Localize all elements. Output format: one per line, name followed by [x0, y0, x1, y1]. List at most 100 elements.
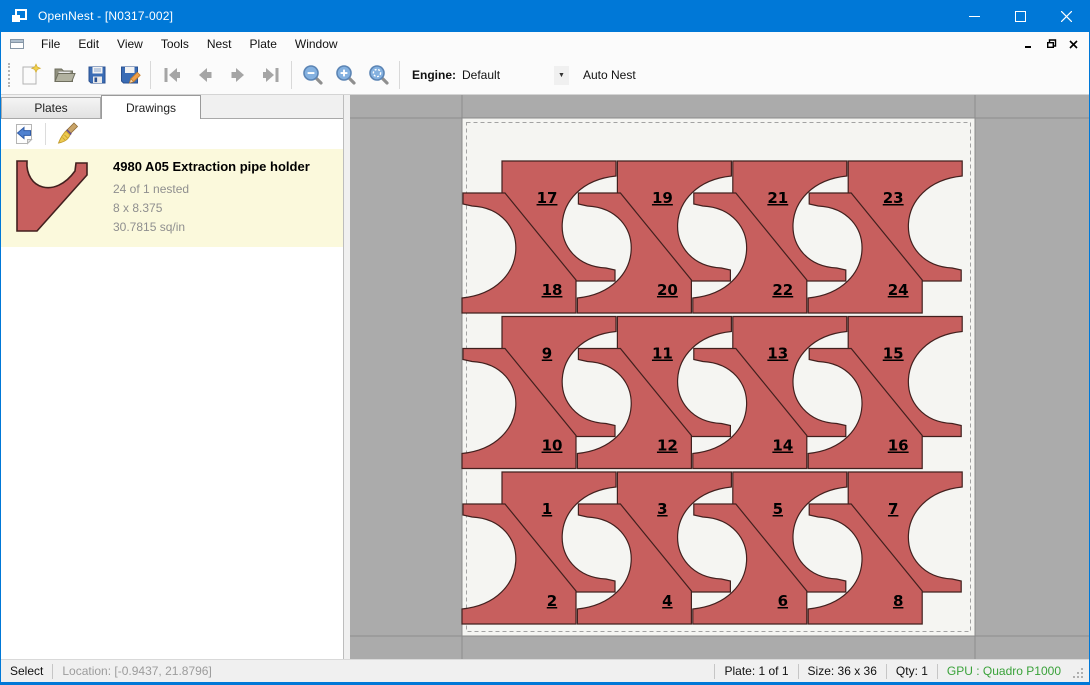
child-close-icon	[1069, 40, 1078, 49]
part-number-label: 21	[768, 189, 789, 207]
app-logo-icon	[10, 7, 30, 25]
go-next-icon	[226, 63, 250, 87]
status-plate: Plate: 1 of 1	[724, 664, 788, 678]
status-separator	[798, 664, 799, 679]
status-qty: Qty: 1	[896, 664, 928, 678]
part-number-label: 1	[542, 500, 552, 518]
close-icon	[1061, 11, 1072, 22]
next-plate-button[interactable]	[221, 60, 254, 91]
maximize-button[interactable]	[997, 0, 1043, 32]
part-number-label: 15	[883, 345, 904, 363]
part-number-label: 3	[658, 500, 668, 518]
drawing-list-item[interactable]: 4980 A05 Extraction pipe holder 24 of 1 …	[1, 149, 343, 247]
part-number-label: 16	[888, 437, 909, 455]
child-restore-icon	[1046, 39, 1057, 49]
new-button[interactable]	[14, 60, 47, 91]
zoom-out-icon	[301, 63, 325, 87]
engine-combobox[interactable]: Default	[462, 68, 554, 82]
part-thumbnail	[13, 157, 97, 235]
go-previous-icon	[193, 63, 217, 87]
menu-nest[interactable]: Nest	[198, 33, 241, 55]
part-number-label: 24	[888, 281, 909, 299]
part-number-label: 5	[773, 500, 783, 518]
part-number-label: 19	[652, 189, 673, 207]
engine-dropdown-button[interactable]: ▼	[554, 66, 569, 85]
status-size: Size: 36 x 36	[808, 664, 877, 678]
menu-file[interactable]: File	[32, 33, 69, 55]
menu-bar: File Edit View Tools Nest Plate Window	[1, 32, 1089, 56]
menu-window[interactable]: Window	[286, 33, 347, 55]
send-to-drawing-icon	[12, 122, 36, 146]
send-to-drawing-button[interactable]	[9, 120, 39, 148]
nest-canvas[interactable]: 171819202122232491011121314151612345678	[350, 95, 1089, 659]
status-mode: Select	[10, 664, 43, 678]
panel-toolbar-separator	[45, 123, 46, 145]
part-number-label: 22	[773, 281, 794, 299]
app-window: OpenNest - [N0317-002] File Edit View To…	[0, 0, 1090, 685]
part-number-label: 13	[768, 345, 789, 363]
zoom-out-button[interactable]	[296, 60, 329, 91]
part-number-label: 8	[893, 592, 903, 610]
save-as-button[interactable]	[113, 60, 146, 91]
maximize-icon	[1015, 11, 1026, 22]
part-number-label: 17	[537, 189, 558, 207]
part-number-label: 14	[773, 437, 794, 455]
menu-view[interactable]: View	[108, 33, 152, 55]
tab-strip: Plates Drawings	[1, 95, 343, 119]
part-number-label: 11	[652, 345, 673, 363]
save-icon	[85, 63, 109, 87]
go-last-icon	[259, 63, 283, 87]
main-toolbar: Engine: Default ▼ Auto Nest	[1, 56, 1089, 95]
nest-view: 171819202122232491011121314151612345678	[350, 95, 1089, 659]
save-as-icon	[118, 63, 142, 87]
auto-nest-button[interactable]: Auto Nest	[577, 64, 642, 86]
last-plate-button[interactable]	[254, 60, 287, 91]
toolbar-grip[interactable]	[8, 63, 10, 87]
go-first-icon	[160, 63, 184, 87]
child-close-button[interactable]	[1065, 37, 1081, 51]
engine-label: Engine:	[412, 68, 456, 82]
menu-plate[interactable]: Plate	[241, 33, 286, 55]
new-icon	[19, 63, 43, 87]
child-restore-button[interactable]	[1043, 37, 1059, 51]
status-separator	[714, 664, 715, 679]
previous-plate-button[interactable]	[188, 60, 221, 91]
menu-edit[interactable]: Edit	[69, 33, 108, 55]
open-icon	[52, 63, 76, 87]
toolbar-separator	[399, 61, 400, 89]
clean-button[interactable]	[52, 120, 82, 148]
left-panel: Plates Drawings	[1, 95, 344, 659]
toolbar-separator	[291, 61, 292, 89]
close-button[interactable]	[1043, 0, 1089, 32]
minimize-icon	[969, 11, 980, 22]
menu-tools[interactable]: Tools	[152, 33, 198, 55]
status-separator	[52, 664, 53, 679]
child-minimize-button[interactable]	[1021, 37, 1037, 51]
resize-grip[interactable]	[1071, 666, 1085, 680]
first-plate-button[interactable]	[155, 60, 188, 91]
status-bar: Select Location: [-0.9437, 21.8796] Plat…	[1, 659, 1089, 682]
child-minimize-icon	[1024, 40, 1034, 49]
document-window-icon[interactable]	[9, 37, 25, 51]
part-number-label: 6	[778, 592, 788, 610]
part-number-label: 20	[657, 281, 678, 299]
tab-plates[interactable]: Plates	[1, 97, 101, 118]
minimize-button[interactable]	[951, 0, 997, 32]
part-number-label: 18	[542, 281, 563, 299]
part-number-label: 2	[547, 592, 557, 610]
status-gpu: GPU : Quadro P1000	[947, 664, 1061, 678]
status-separator	[937, 664, 938, 679]
tab-drawings[interactable]: Drawings	[101, 95, 201, 119]
zoom-extents-button[interactable]	[362, 60, 395, 91]
drawing-title: 4980 A05 Extraction pipe holder	[113, 159, 310, 174]
open-button[interactable]	[47, 60, 80, 91]
part-number-label: 4	[663, 592, 673, 610]
part-number-label: 12	[657, 437, 678, 455]
toolbar-separator	[150, 61, 151, 89]
status-location: Location: [-0.9437, 21.8796]	[62, 664, 211, 678]
status-separator	[886, 664, 887, 679]
drawing-size: 8 x 8.375	[113, 199, 310, 218]
zoom-in-button[interactable]	[329, 60, 362, 91]
zoom-in-icon	[334, 63, 358, 87]
save-button[interactable]	[80, 60, 113, 91]
